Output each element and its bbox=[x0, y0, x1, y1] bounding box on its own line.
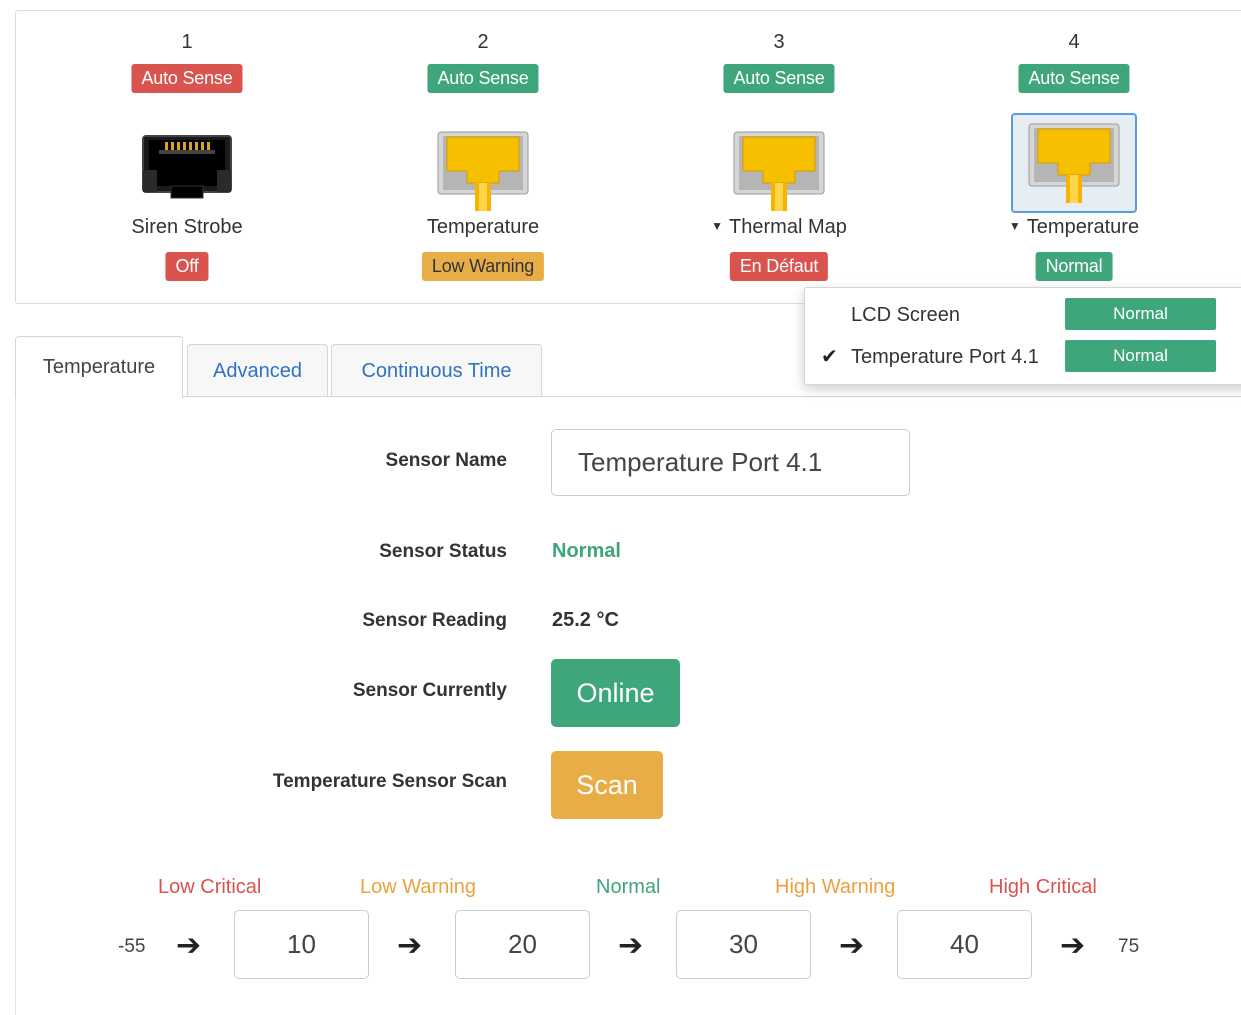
port-status-badge: Off bbox=[165, 252, 209, 281]
rj45-plugged-icon[interactable] bbox=[1011, 113, 1137, 213]
caret-down-icon: ▼ bbox=[711, 219, 724, 233]
threshold-max: 75 bbox=[1118, 936, 1140, 957]
check-icon: ✔ bbox=[821, 346, 838, 368]
port-sensor-menu[interactable]: ▼ Temperature bbox=[974, 216, 1174, 239]
arrow-right-icon: ➔ bbox=[1060, 929, 1086, 962]
low-warning-label: Low Warning bbox=[360, 876, 476, 898]
arrow-right-icon: ➔ bbox=[618, 929, 644, 962]
arrow-right-icon: ➔ bbox=[397, 929, 423, 962]
content-border bbox=[15, 396, 16, 1015]
auto-sense-badge[interactable]: Auto Sense bbox=[427, 64, 539, 93]
port-sensor-menu[interactable]: ▼ Thermal Map bbox=[679, 216, 879, 239]
rj45-empty-icon[interactable] bbox=[126, 123, 248, 219]
online-button[interactable]: Online bbox=[551, 659, 680, 727]
sensor-name-label: Sensor Name bbox=[385, 450, 507, 471]
port-status-badge: En Défaut bbox=[729, 252, 829, 281]
port-status-badge: Normal bbox=[1035, 252, 1113, 281]
sensor-status-value: Normal bbox=[552, 540, 621, 562]
threshold-min: -55 bbox=[118, 936, 146, 957]
auto-sense-badge[interactable]: Auto Sense bbox=[1018, 64, 1130, 93]
port-status-badge: Low Warning bbox=[421, 252, 545, 281]
sensor-reading-label: Sensor Reading bbox=[362, 610, 507, 631]
port-number: 1 bbox=[181, 31, 193, 53]
low-warning-input[interactable] bbox=[455, 910, 590, 979]
sensor-scan-label: Temperature Sensor Scan bbox=[272, 771, 507, 792]
tab-continuous-time[interactable]: Continuous Time bbox=[331, 344, 542, 396]
port-2: 2 Auto Sense Temperature Low Warning bbox=[383, 11, 583, 303]
sensor-reading-value: 25.2 °C bbox=[552, 609, 619, 631]
sensor-currently-label: Sensor Currently bbox=[352, 680, 507, 701]
dropdown-status-badge: Normal bbox=[1065, 340, 1216, 372]
port-3: 3 Auto Sense ▼ Thermal Map En Défaut bbox=[679, 11, 879, 303]
arrow-right-icon: ➔ bbox=[176, 929, 202, 962]
auto-sense-badge[interactable]: Auto Sense bbox=[723, 64, 835, 93]
arrow-right-icon: ➔ bbox=[839, 929, 865, 962]
dropdown-item-label: LCD Screen bbox=[851, 304, 960, 326]
sensor-dropdown-menu: LCD Screen Normal ✔ Temperature Port 4.1… bbox=[804, 287, 1241, 385]
caret-down-icon: ▼ bbox=[1008, 219, 1021, 233]
dropdown-item-label: Temperature Port 4.1 bbox=[851, 346, 1039, 368]
high-critical-label: High Critical bbox=[989, 876, 1097, 898]
low-critical-input[interactable] bbox=[234, 910, 369, 979]
sensor-name-input[interactable] bbox=[551, 429, 910, 496]
tab-advanced[interactable]: Advanced bbox=[187, 344, 328, 396]
ports-panel: 1 Auto Sense Siren Strobe Off 2 Auto Sen… bbox=[15, 10, 1241, 304]
tab-temperature[interactable]: Temperature bbox=[15, 336, 183, 398]
port-sensor-label: Temperature bbox=[426, 216, 540, 238]
high-warning-input[interactable] bbox=[676, 910, 811, 979]
port-number: 2 bbox=[477, 31, 489, 53]
tabs-divider bbox=[15, 396, 1241, 397]
high-critical-input[interactable] bbox=[897, 910, 1032, 979]
rj45-plugged-icon[interactable] bbox=[422, 123, 544, 219]
port-sensor-label: Siren Strobe bbox=[131, 216, 243, 238]
sensor-status-label: Sensor Status bbox=[379, 541, 507, 562]
port-number: 3 bbox=[773, 31, 785, 53]
port-1: 1 Auto Sense Siren Strobe Off bbox=[87, 11, 287, 303]
high-warning-label: High Warning bbox=[775, 876, 896, 898]
auto-sense-badge[interactable]: Auto Sense bbox=[131, 64, 243, 93]
rj45-plugged-icon[interactable] bbox=[718, 123, 840, 219]
port-number: 4 bbox=[1068, 31, 1080, 53]
normal-label: Normal bbox=[596, 876, 661, 898]
dropdown-status-badge: Normal bbox=[1065, 298, 1216, 330]
dropdown-item-lcd-screen[interactable]: LCD Screen Normal bbox=[805, 298, 1241, 332]
port-4: 4 Auto Sense ▼ Temperature Normal bbox=[974, 11, 1174, 303]
dropdown-item-temperature-port[interactable]: ✔ Temperature Port 4.1 Normal bbox=[805, 340, 1241, 374]
scan-button[interactable]: Scan bbox=[551, 751, 663, 819]
low-critical-label: Low Critical bbox=[158, 876, 262, 898]
